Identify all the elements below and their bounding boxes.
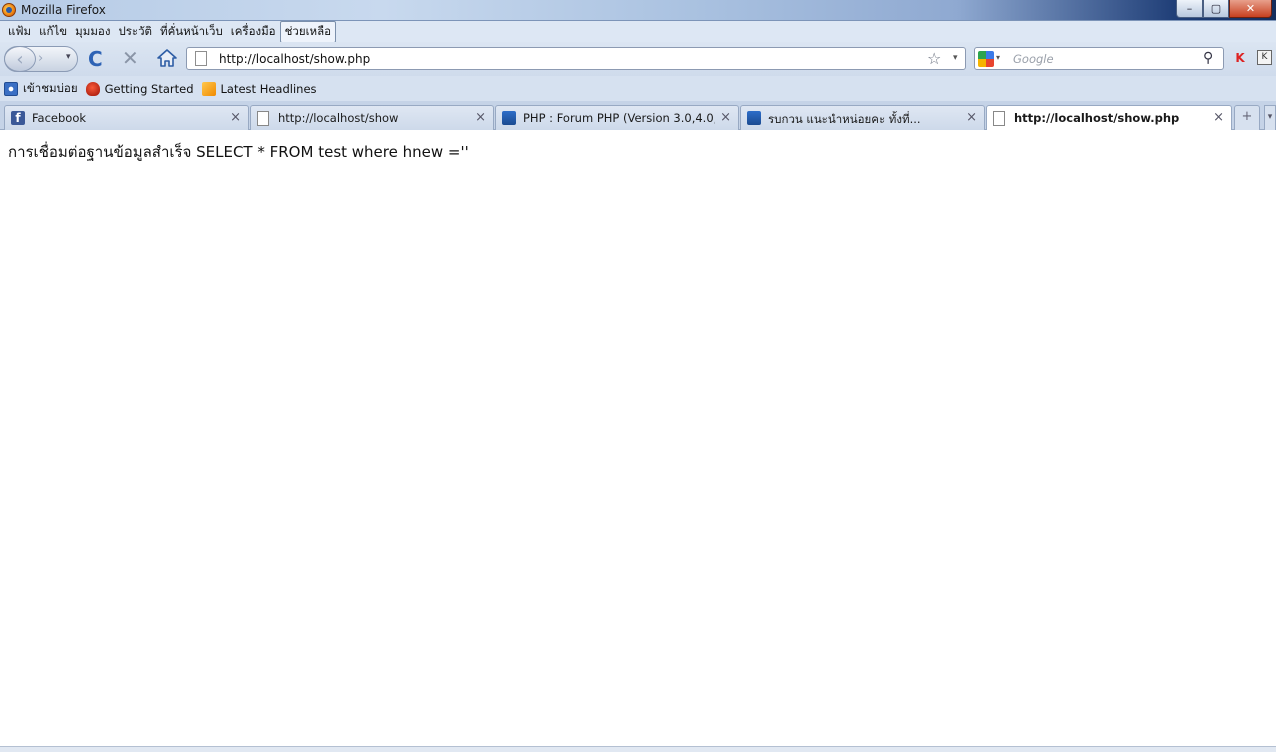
page-text: การเชื่อมต่อฐานข้อมูลสำเร็จ SELECT * FRO… [8, 143, 469, 161]
rss-icon [201, 81, 216, 96]
menu-tools[interactable]: เครื่องมือ [227, 22, 280, 42]
url-history-dropdown[interactable]: ▾ [953, 53, 958, 63]
bookmark-label: Latest Headlines [220, 81, 317, 96]
page-content: การเชื่อมต่อฐานข้อมูลสำเร็จ SELECT * FRO… [0, 130, 1276, 746]
stop-button[interactable]: ✕ [122, 46, 139, 70]
page-icon [993, 111, 1005, 126]
extension-icon[interactable]: K [1233, 51, 1247, 65]
close-window-button[interactable]: ✕ [1229, 0, 1272, 18]
home-button[interactable] [156, 48, 178, 68]
list-all-tabs-button[interactable]: ▾ [1264, 105, 1276, 130]
forward-button[interactable]: › [38, 51, 43, 66]
facebook-icon: f [11, 111, 25, 125]
most-visited-icon [4, 81, 18, 96]
tab-localhost-show[interactable]: http://localhost/show × [250, 105, 494, 130]
bookmark-most-visited[interactable]: เข้าชมบ่อย [4, 80, 78, 98]
tab-php-forum[interactable]: PHP : Forum PHP (Version 3.0,4.0,5... × [495, 105, 739, 130]
menu-edit[interactable]: แก้ไข [35, 22, 71, 42]
menu-bookmarks[interactable]: ที่คั่นหน้าเว็บ [156, 22, 227, 42]
forum-icon [747, 111, 761, 125]
tab-facebook[interactable]: f Facebook × [4, 105, 249, 130]
tab-close-button[interactable]: × [475, 110, 486, 125]
tab-localhost-show-php[interactable]: http://localhost/show.php × [986, 105, 1232, 131]
page-icon [195, 51, 207, 66]
getting-started-icon [85, 81, 100, 96]
menu-file[interactable]: แฟ้ม [4, 22, 35, 42]
tab-close-button[interactable]: × [720, 110, 731, 125]
back-button[interactable]: ‹ [4, 46, 36, 72]
tab-close-button[interactable]: × [966, 110, 977, 125]
tab-label: PHP : Forum PHP (Version 3.0,4.0,5... [523, 111, 715, 125]
google-icon[interactable] [978, 51, 994, 67]
window-title: Mozilla Firefox [21, 3, 106, 17]
extension-k-icon[interactable]: K [1257, 50, 1272, 65]
tab-thai-forum[interactable]: รบกวน แนะนำหน่อยคะ ทั้งที่... × [740, 105, 985, 130]
reload-button[interactable]: C [88, 47, 103, 71]
bookmarks-toolbar: เข้าชมบ่อย Getting Started Latest Headli… [0, 76, 1276, 101]
firefox-icon [2, 3, 16, 17]
search-input[interactable]: Google [1013, 52, 1054, 66]
tab-label: รบกวน แนะนำหน่อยคะ ทั้งที่... [768, 112, 921, 126]
new-tab-button[interactable]: + [1234, 105, 1260, 130]
address-bar[interactable]: http://localhost/show.php ☆ ▾ [186, 47, 966, 70]
bookmark-label: Getting Started [104, 81, 194, 96]
bookmark-label: เข้าชมบ่อย [23, 80, 78, 95]
tab-label: http://localhost/show [278, 111, 399, 125]
tab-label: Facebook [32, 111, 87, 125]
title-bar: Mozilla Firefox – ▢ ✕ [0, 0, 1276, 21]
menu-help[interactable]: ช่วยเหลือ [279, 20, 337, 43]
menu-view[interactable]: มุมมอง [71, 22, 114, 42]
back-arrow-icon: ‹ [16, 48, 24, 70]
page-icon [257, 111, 269, 126]
forum-icon [502, 111, 516, 125]
tab-close-button[interactable]: × [1213, 110, 1224, 125]
bookmark-latest-headlines[interactable]: Latest Headlines [201, 81, 317, 96]
search-bar[interactable]: ▾ Google ⚲ [974, 47, 1224, 70]
menu-bar: แฟ้ม แก้ไข มุมมอง ประวัติ ที่คั่นหน้าเว็… [0, 20, 1276, 43]
tab-label: http://localhost/show.php [1014, 111, 1180, 125]
tab-close-button[interactable]: × [230, 110, 241, 125]
status-bar [0, 746, 1276, 752]
bookmark-getting-started[interactable]: Getting Started [85, 81, 194, 96]
bookmark-star-icon[interactable]: ☆ [927, 49, 941, 68]
home-icon [157, 49, 177, 67]
navigation-toolbar: ‹ › ▾ C ✕ http://localhost/show.php ☆ ▾ … [0, 42, 1276, 76]
minimize-button[interactable]: – [1176, 0, 1203, 18]
menu-history[interactable]: ประวัติ [114, 22, 156, 42]
url-text[interactable]: http://localhost/show.php [219, 52, 370, 66]
search-engine-dropdown[interactable]: ▾ [996, 53, 1000, 62]
history-dropdown-button[interactable]: ▾ [66, 52, 71, 62]
maximize-button[interactable]: ▢ [1203, 0, 1229, 18]
search-go-icon[interactable]: ⚲ [1203, 50, 1213, 66]
tab-strip: f Facebook × http://localhost/show × PHP… [0, 101, 1276, 131]
